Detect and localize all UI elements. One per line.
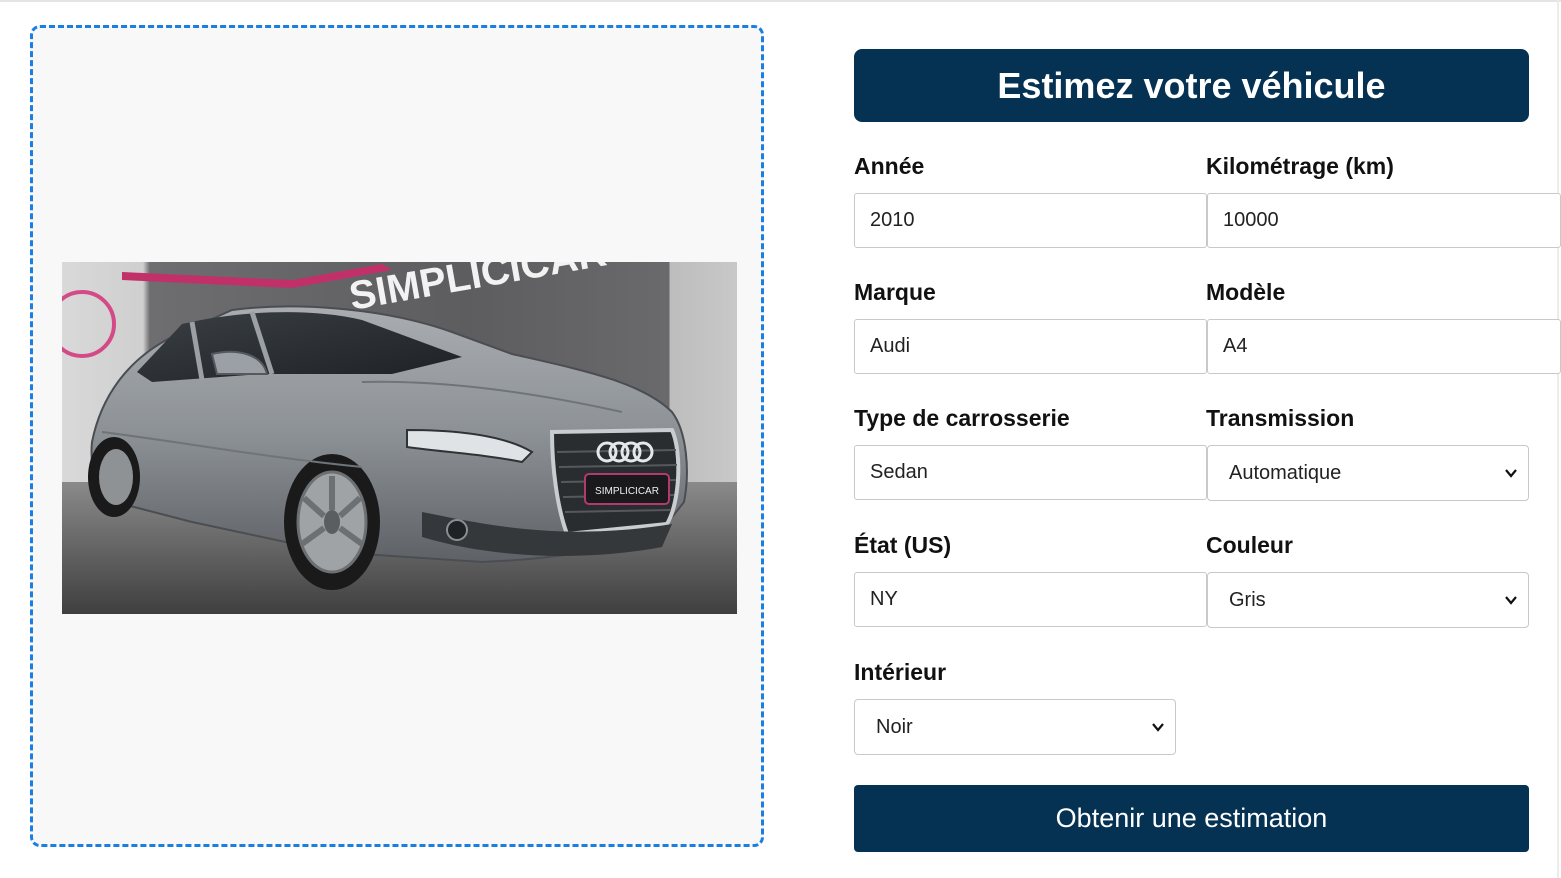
year-label: Année [854, 153, 925, 179]
right-scrollbar-edge [1557, 0, 1559, 878]
form-title: Estimez votre véhicule [854, 49, 1529, 122]
state-input[interactable] [854, 572, 1207, 627]
interior-label: Intérieur [854, 659, 947, 685]
color-select[interactable]: Gris [1207, 572, 1529, 628]
chevron-down-icon [1152, 723, 1164, 732]
color-selected-value: Gris [1229, 588, 1266, 611]
body-type-input[interactable] [854, 445, 1207, 500]
chevron-down-icon [1505, 596, 1517, 605]
transmission-select[interactable]: Automatique [1207, 445, 1529, 501]
interior-selected-value: Noir [876, 715, 913, 738]
mileage-label: Kilométrage (km) [1206, 153, 1394, 179]
year-input[interactable] [854, 193, 1207, 248]
interior-select[interactable]: Noir [854, 699, 1176, 755]
body-type-label: Type de carrosserie [854, 405, 1070, 431]
top-divider [0, 0, 1561, 2]
color-label: Couleur [1206, 532, 1293, 558]
model-label: Modèle [1206, 279, 1286, 305]
state-label: État (US) [854, 532, 952, 558]
get-estimate-button[interactable]: Obtenir une estimation [854, 785, 1529, 852]
plate-text: SIMPLICICAR [595, 486, 659, 497]
make-input[interactable] [854, 319, 1207, 374]
model-input[interactable] [1207, 319, 1561, 374]
chevron-down-icon [1505, 469, 1517, 478]
make-label: Marque [854, 279, 936, 305]
transmission-label: Transmission [1206, 405, 1355, 431]
transmission-selected-value: Automatique [1229, 461, 1342, 484]
vehicle-photo: SIMPLICICAR SIMPLICICAR [62, 262, 737, 614]
mileage-input[interactable] [1207, 193, 1561, 248]
